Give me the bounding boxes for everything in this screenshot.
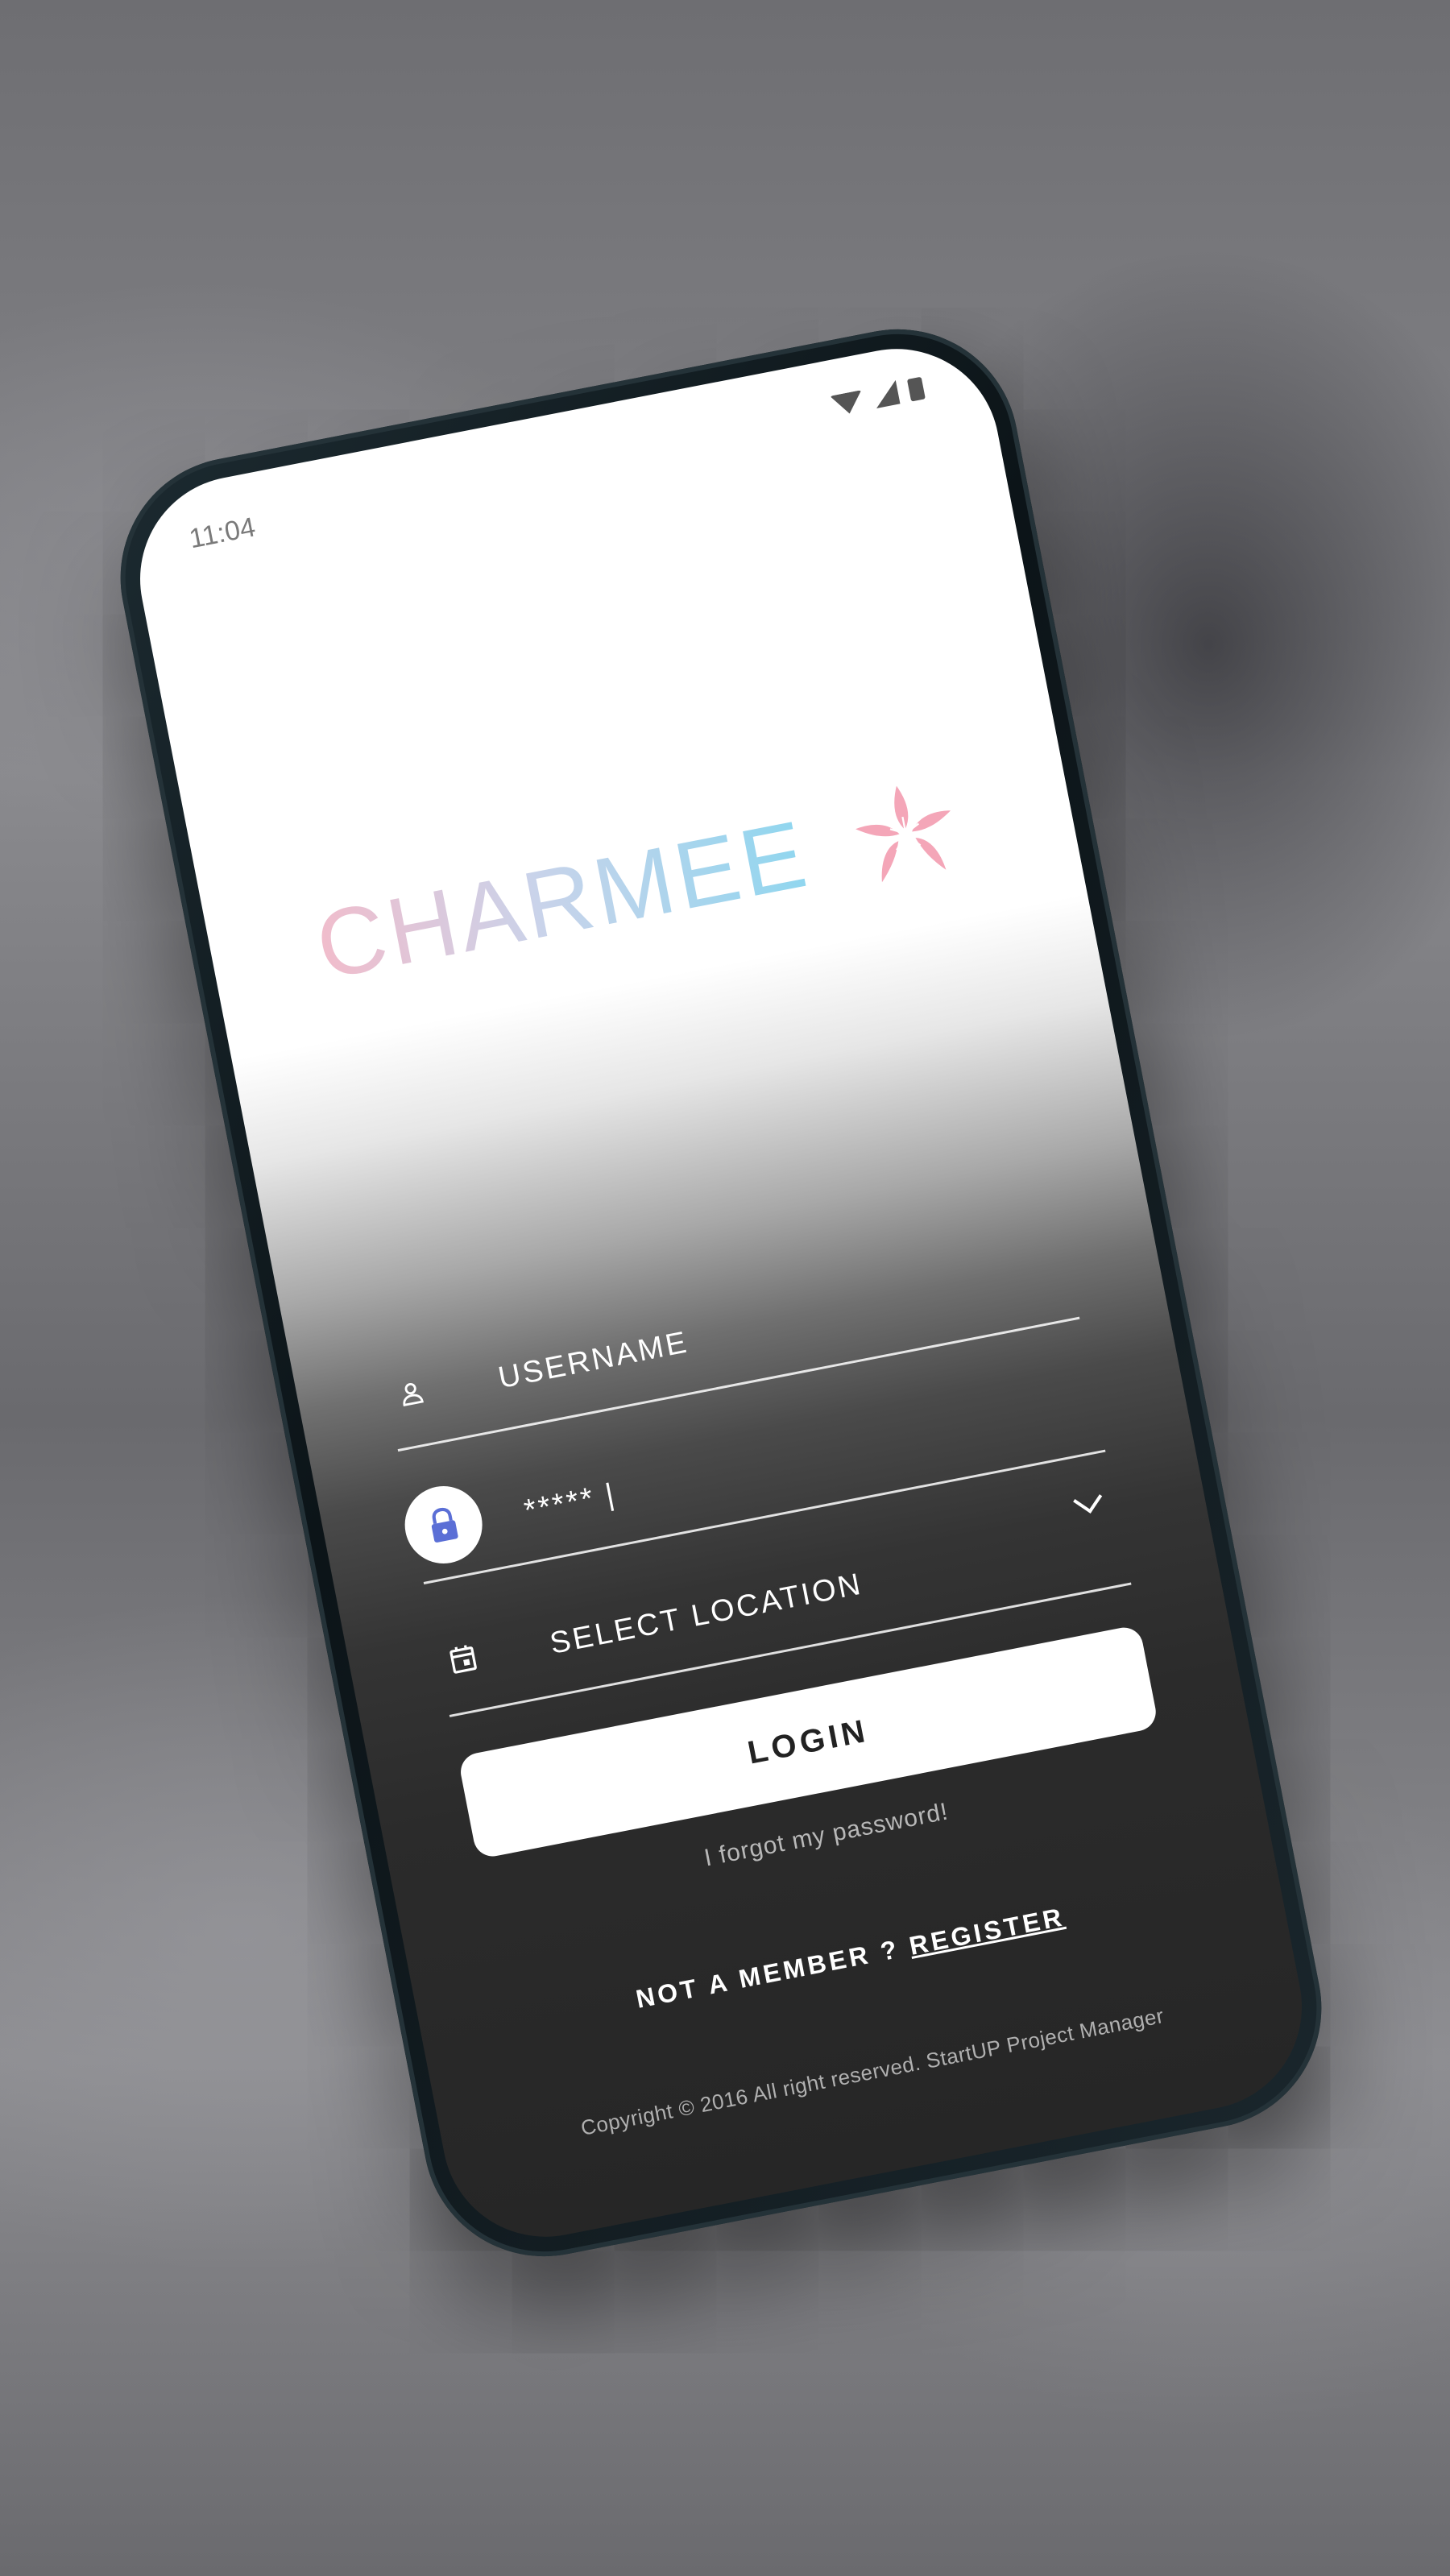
- register-row: NOT A MEMBER ? REGISTER: [507, 1878, 1194, 2040]
- register-link[interactable]: REGISTER: [907, 1902, 1067, 1961]
- register-prompt: NOT A MEMBER ?: [633, 1932, 913, 2014]
- calendar-icon: [435, 1630, 491, 1687]
- login-form: USERNAME ***** | SELECT LOCATION LOGIN I…: [372, 1186, 1216, 2151]
- status-time: 11:04: [186, 511, 259, 555]
- phone-frame: 11:04 CHARMEE USERNAME ***** | SELECT LO…: [99, 309, 1343, 2277]
- lock-icon: [398, 1479, 489, 1571]
- app-logo: CHARMEE: [202, 743, 1081, 1028]
- location-select[interactable]: SELECT LOCATION: [547, 1568, 865, 1662]
- status-icons: [829, 375, 926, 417]
- flower-icon: [851, 781, 955, 888]
- copyright-text: Copyright © 2016 All right reserved. Sta…: [578, 2002, 1166, 2140]
- phone-screen: 11:04 CHARMEE USERNAME ***** | SELECT LO…: [122, 331, 1320, 2255]
- battery-icon: [906, 376, 926, 402]
- background-scene: 11:04 CHARMEE USERNAME ***** | SELECT LO…: [0, 0, 1450, 2576]
- chevron-down-icon[interactable]: [1073, 1484, 1103, 1514]
- signal-icon: [872, 379, 901, 408]
- password-input[interactable]: ***** |: [521, 1477, 619, 1529]
- logo-text: CHARMEE: [308, 800, 818, 1000]
- status-bar: 11:04: [122, 331, 992, 569]
- wifi-icon: [830, 390, 866, 417]
- username-input[interactable]: USERNAME: [495, 1325, 691, 1396]
- user-icon: [383, 1365, 440, 1421]
